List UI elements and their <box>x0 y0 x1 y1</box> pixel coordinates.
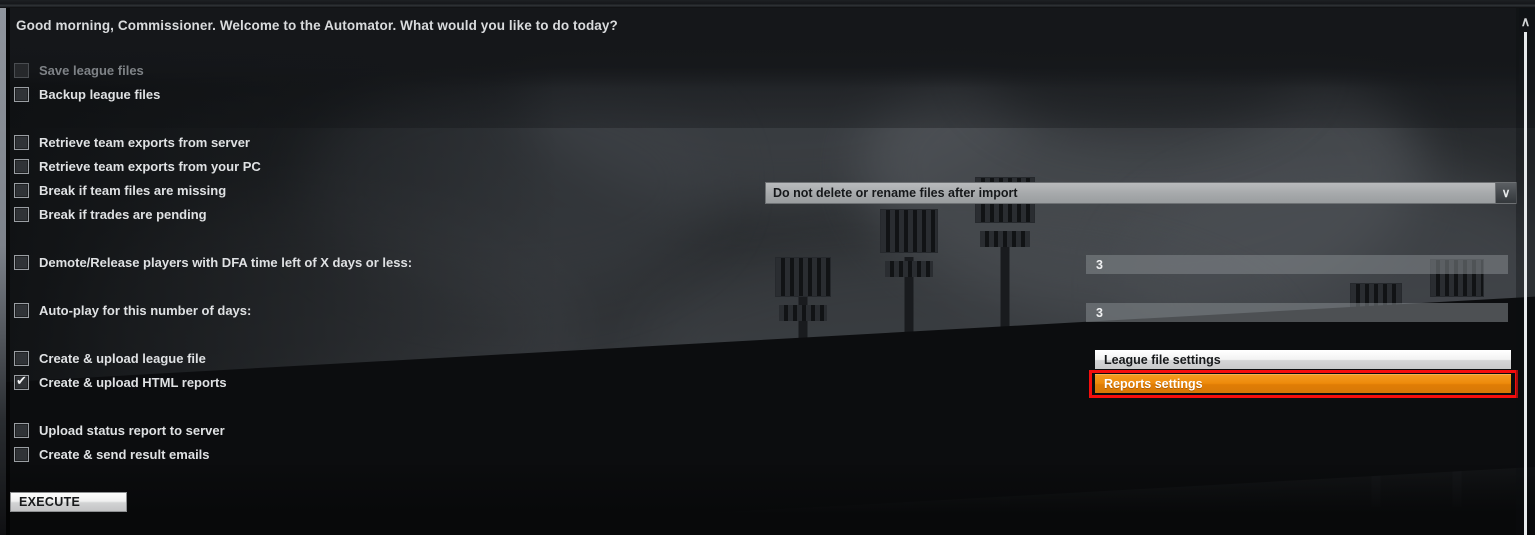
checkbox-create-upload-league-file[interactable] <box>14 350 29 366</box>
option-row-break-trades-pending[interactable]: Break if trades are pending <box>14 202 714 226</box>
import-file-handling-field[interactable]: Do not delete or rename files after impo… <box>765 182 1495 204</box>
execute-button-label: EXECUTE <box>19 495 81 509</box>
option-row-retrieve-exports-server[interactable]: Retrieve team exports from server <box>14 130 714 154</box>
option-label-send-result-emails: Create & send result emails <box>39 446 210 462</box>
autoplay-days-value: 3 <box>1096 305 1103 320</box>
window-left-rail-shadow <box>6 8 10 535</box>
dfa-days-input[interactable]: 3 <box>1086 255 1508 274</box>
option-label-upload-status-report: Upload status report to server <box>39 422 225 438</box>
option-label-demote-release-dfa: Demote/Release players with DFA time lef… <box>39 254 413 270</box>
option-row-upload-status-report[interactable]: Upload status report to server <box>14 418 714 442</box>
checkbox-backup-league-files[interactable] <box>14 86 29 102</box>
option-label-save-league-files: Save league files <box>39 62 144 78</box>
scrollbar-track[interactable] <box>1524 32 1527 535</box>
option-row-break-team-files-missing[interactable]: Break if team files are missing <box>14 178 714 202</box>
automator-options-list: Save league files Backup league files Re… <box>14 58 714 466</box>
greeting-bar: Good morning, Commissioner. Welcome to t… <box>10 8 1519 42</box>
automator-window: Good morning, Commissioner. Welcome to t… <box>0 0 1535 535</box>
dfa-days-value: 3 <box>1096 257 1103 272</box>
checkbox-send-result-emails[interactable] <box>14 446 29 462</box>
option-label-retrieve-exports-pc: Retrieve team exports from your PC <box>39 158 261 174</box>
option-label-create-upload-league-file: Create & upload league file <box>39 350 206 366</box>
chevron-down-icon[interactable]: ∨ <box>1495 182 1517 204</box>
checkbox-upload-status-report[interactable] <box>14 422 29 438</box>
autoplay-days-input[interactable]: 3 <box>1086 303 1508 322</box>
reports-settings-button[interactable]: Reports settings <box>1095 374 1511 393</box>
execute-button[interactable]: EXECUTE <box>10 492 127 512</box>
import-file-handling-dropdown[interactable]: Do not delete or rename files after impo… <box>765 182 1517 204</box>
checkmark-icon: ✔ <box>16 374 27 389</box>
option-label-break-team-files-missing: Break if team files are missing <box>39 182 227 198</box>
scroll-up-icon[interactable]: ∧ <box>1516 14 1535 30</box>
import-file-handling-value: Do not delete or rename files after impo… <box>773 186 1018 200</box>
option-label-auto-play-days: Auto-play for this number of days: <box>39 302 252 318</box>
option-row-demote-release-dfa[interactable]: Demote/Release players with DFA time lef… <box>14 250 714 274</box>
checkbox-break-trades-pending[interactable] <box>14 206 29 222</box>
checkbox-auto-play-days[interactable] <box>14 302 29 318</box>
checkbox-break-team-files-missing[interactable] <box>14 182 29 198</box>
league-file-settings-button[interactable]: League file settings <box>1095 350 1511 369</box>
option-label-retrieve-exports-server: Retrieve team exports from server <box>39 134 250 150</box>
option-row-backup-league-files[interactable]: Backup league files <box>14 82 714 106</box>
option-row-retrieve-exports-pc[interactable]: Retrieve team exports from your PC <box>14 154 714 178</box>
checkbox-create-upload-html-reports[interactable]: ✔ <box>14 374 29 390</box>
option-label-create-upload-html-reports: Create & upload HTML reports <box>39 374 227 390</box>
greeting-text: Good morning, Commissioner. Welcome to t… <box>16 17 618 33</box>
checkbox-save-league-files[interactable] <box>14 62 29 78</box>
option-row-auto-play-days[interactable]: Auto-play for this number of days: <box>14 298 714 322</box>
window-top-strip <box>0 0 1535 8</box>
option-row-send-result-emails[interactable]: Create & send result emails <box>14 442 714 466</box>
option-label-backup-league-files: Backup league files <box>39 86 161 102</box>
vertical-scrollbar[interactable]: ∧ <box>1516 8 1535 535</box>
option-row-save-league-files[interactable]: Save league files <box>14 58 714 82</box>
checkbox-retrieve-exports-server[interactable] <box>14 134 29 150</box>
checkbox-retrieve-exports-pc[interactable] <box>14 158 29 174</box>
option-row-create-upload-league-file[interactable]: Create & upload league file <box>14 346 714 370</box>
option-label-break-trades-pending: Break if trades are pending <box>39 206 207 222</box>
checkbox-demote-release-dfa[interactable] <box>14 254 29 270</box>
option-row-create-upload-html-reports[interactable]: ✔ Create & upload HTML reports <box>14 370 714 394</box>
